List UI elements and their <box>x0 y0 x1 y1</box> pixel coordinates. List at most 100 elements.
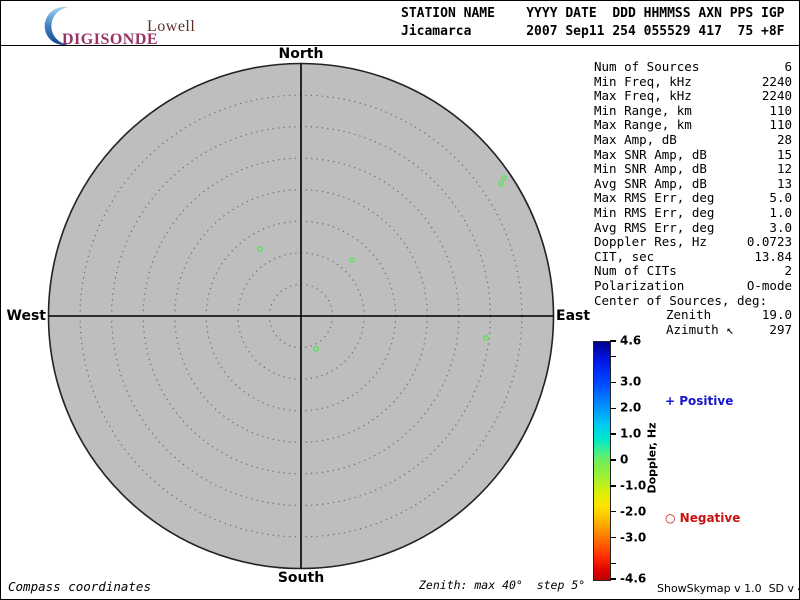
stat-label: Min Freq, kHz <box>594 73 692 89</box>
stat-label: Center of Sources, deg: <box>594 292 768 308</box>
stat-row: Max SNR Amp, dB 15 <box>594 146 792 163</box>
stat-value: 0.0723 <box>746 234 792 250</box>
stat-row: Center of Sources, deg: <box>594 292 792 309</box>
stat-value: 2240 <box>761 88 792 104</box>
stat-row: Num of Sources 6 <box>594 59 792 75</box>
stat-value: 12 <box>776 161 792 177</box>
colorbar-tick <box>610 340 616 342</box>
stat-label: Min SNR Amp, dB <box>594 161 707 177</box>
stat-value: 110 <box>769 102 792 118</box>
stat-value: 2 <box>784 263 792 279</box>
stat-row: Zenith 19.0 <box>594 307 792 323</box>
stat-value: 3.0 <box>769 219 792 235</box>
stat-value: 28 <box>776 131 792 147</box>
stat-label: Doppler Res, Hz <box>594 234 707 250</box>
stat-value: 5.0 <box>769 190 792 206</box>
stat-row: Max Freq, kHz 2240 <box>594 89 792 104</box>
source-marker <box>498 181 504 187</box>
legend-positive: + Positive <box>665 394 733 408</box>
colorbar-tick <box>610 511 616 513</box>
legend-negative-label: Negative <box>679 511 741 525</box>
station-header-columns: STATION NAME YYYY DATE DDD HHMMSS AXN PP… <box>401 6 785 21</box>
skymap-rings <box>79 94 523 538</box>
colorbar-tick-label: 1.0 <box>620 426 642 441</box>
stat-row: Avg SNR Amp, dB 13 <box>594 175 792 192</box>
colorbar-tick-label: 4.6 <box>620 333 642 348</box>
source-marker <box>501 175 507 181</box>
stat-row: Max Amp, dB 28 <box>594 131 792 148</box>
source-marker <box>257 246 263 252</box>
colorbar-tick <box>610 407 616 409</box>
stat-value: O-mode <box>746 277 792 293</box>
stats-panel: Num of Sources 6 Min Freq, kHz 2240 Max Freq… <box>594 59 792 337</box>
zenith-ring <box>79 94 523 538</box>
stat-value: 110 <box>769 117 792 133</box>
stat-value: 2240 <box>761 73 792 89</box>
stat-label: Num of CITs <box>594 263 677 279</box>
zenith-ring <box>237 252 365 380</box>
colorbar-tick-label: 3.0 <box>620 375 642 390</box>
source-marker <box>313 346 319 352</box>
stat-label: CIT, sec <box>594 248 655 264</box>
stat-label: Zenith <box>666 307 712 323</box>
stat-label: Max SNR Amp, dB <box>594 146 707 162</box>
plus-marker-icon: + <box>665 394 676 408</box>
stat-value: 13.84 <box>754 248 792 264</box>
stat-label: Max RMS Err, deg <box>594 190 715 206</box>
stat-row: Min SNR Amp, dB 12 <box>594 162 792 177</box>
stat-value: 1.0 <box>769 204 792 220</box>
zenith-scale-note: Zenith: max 40° step 5° <box>419 578 586 592</box>
lowell-digisonde-logo: Lowell DIGISONDE <box>41 5 251 48</box>
zenith-ring <box>142 157 460 475</box>
colorbar-tick <box>610 578 616 580</box>
zenith-ring <box>205 220 397 412</box>
zenith-ring <box>111 126 491 506</box>
header-divider <box>1 45 799 46</box>
colorbar-tick <box>610 562 616 565</box>
stat-value: 297 <box>769 321 792 337</box>
colorbar-tick-label: 0 <box>620 452 629 467</box>
stat-value: 13 <box>776 175 792 191</box>
legend-negative: ○ Negative <box>665 511 740 525</box>
stat-row: Avg RMS Err, deg 3.0 <box>594 219 792 236</box>
stat-row: Num of CITs 2 <box>594 264 792 279</box>
stat-label: Max Range, km <box>594 117 692 133</box>
coordinates-mode-note: Compass coordinates <box>8 579 151 594</box>
colorbar-tick <box>610 433 616 435</box>
stat-row: Min Range, km 110 <box>594 102 792 119</box>
colorbar: 4.6 3.0 2.0 1.0 0 -1.0 -2.0 -3.0 -4.6 Doppler, H… <box>593 334 793 586</box>
source-marker <box>483 335 489 341</box>
logo-text-digisonde: DIGISONDE <box>62 31 159 48</box>
colorbar-tick-label: -1.0 <box>620 478 647 493</box>
stat-row: Polarization O-mode <box>594 277 792 294</box>
skymap-disk <box>47 62 555 570</box>
stat-row: Min RMS Err, deg 1.0 <box>594 204 792 221</box>
version-label: ShowSkymap v 1.0 SD v 4.2 <box>657 582 800 595</box>
stat-row: Min Freq, kHz 2240 <box>594 73 792 90</box>
colorbar-tick <box>610 355 616 358</box>
legend-positive-label: Positive <box>679 394 734 408</box>
stat-value: 15 <box>776 146 792 162</box>
skymap-sources <box>257 175 507 352</box>
station-header-values: Jicamarca 2007 Sep11 254 055529 417 75 +… <box>401 24 785 39</box>
colorbar-tick-label: -4.6 <box>620 571 647 586</box>
zenith-ring <box>268 283 334 349</box>
showskymap-window: Lowell DIGISONDE STATION NAME YYYY DATE … <box>0 0 800 600</box>
colorbar-tick-label: -3.0 <box>620 530 647 545</box>
stat-label: Max Freq, kHz <box>594 88 692 104</box>
stat-label: Min RMS Err, deg <box>594 204 715 220</box>
zenith-ring <box>174 189 428 443</box>
stat-value: 6 <box>784 59 792 74</box>
colorbar-axis-label: Doppler, Hz <box>645 422 659 494</box>
colorbar-gradient <box>593 341 611 581</box>
compass-label-west: West <box>7 308 47 324</box>
source-marker <box>349 257 355 263</box>
compass-label-south: South <box>278 570 324 586</box>
colorbar-tick <box>610 485 616 487</box>
colorbar-tick <box>610 536 616 539</box>
stat-label: Num of Sources <box>594 59 700 74</box>
compass-label-north: North <box>279 46 324 62</box>
stat-label: Azimuth ↖ <box>666 321 734 337</box>
circle-marker-icon: ○ <box>665 511 676 525</box>
stat-label: Max Amp, dB <box>594 131 677 147</box>
